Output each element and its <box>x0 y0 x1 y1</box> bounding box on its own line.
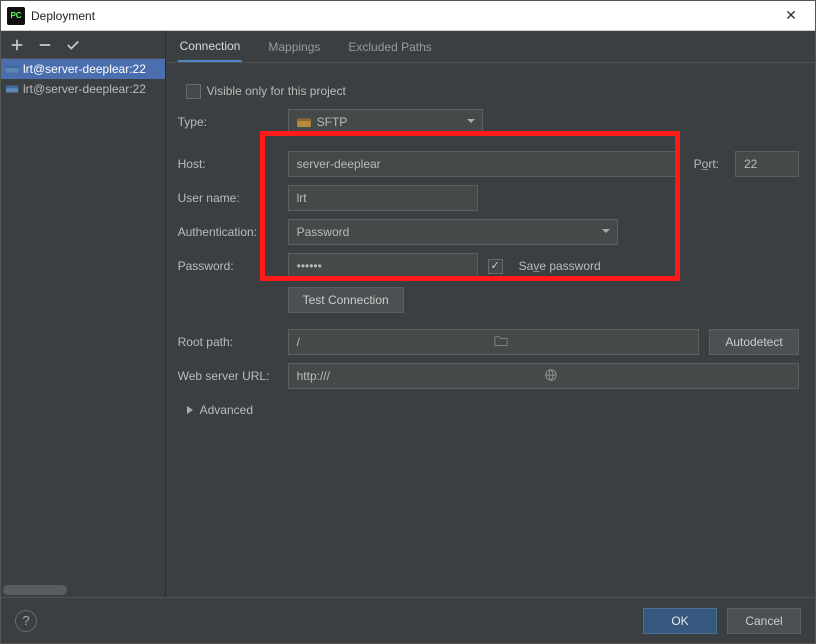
web-server-url-label: Web server URL: <box>178 369 288 383</box>
advanced-toggle[interactable]: Advanced <box>178 393 799 417</box>
password-input[interactable]: •••••• <box>288 253 478 279</box>
cancel-button[interactable]: Cancel <box>727 608 801 634</box>
save-password-checkbox[interactable] <box>488 259 503 274</box>
check-icon[interactable] <box>65 37 81 53</box>
host-input[interactable]: server-deeplear <box>288 151 678 177</box>
type-label: Type: <box>178 115 288 129</box>
type-select[interactable]: SFTP <box>288 109 483 135</box>
port-label: Port: <box>694 157 719 171</box>
close-icon[interactable]: ✕ <box>773 7 809 24</box>
username-input[interactable]: lrt <box>288 185 478 211</box>
type-value: SFTP <box>317 115 348 129</box>
chevron-down-icon <box>466 115 476 129</box>
server-icon <box>5 82 19 96</box>
advanced-label: Advanced <box>200 403 253 417</box>
root-path-label: Root path: <box>178 335 288 349</box>
server-label: lrt@server-deeplear:22 <box>23 62 146 76</box>
port-input[interactable]: 22 <box>735 151 799 177</box>
tab-mappings[interactable]: Mappings <box>266 31 322 62</box>
server-item[interactable]: lrt@server-deeplear:22 <box>1 79 165 99</box>
dialog-footer: ? OK Cancel <box>1 597 815 643</box>
connection-form: Visible only for this project Type: SFTP <box>166 63 815 417</box>
tab-connection[interactable]: Connection <box>178 31 243 62</box>
authentication-select[interactable]: Password <box>288 219 618 245</box>
save-password-label: Save password <box>519 259 601 273</box>
server-list: lrt@server-deeplear:22 lrt@server-deeple… <box>1 59 165 597</box>
visible-only-checkbox[interactable] <box>186 84 201 99</box>
deployment-dialog: PC Deployment ✕ <box>0 0 816 644</box>
chevron-right-icon <box>186 405 194 415</box>
server-item[interactable]: lrt@server-deeplear:22 <box>1 59 165 79</box>
app-icon: PC <box>7 7 25 25</box>
tabs: Connection Mappings Excluded Paths <box>166 31 815 63</box>
globe-icon[interactable] <box>544 368 792 385</box>
main-panel: Connection Mappings Excluded Paths Visib… <box>166 31 815 597</box>
authentication-label: Authentication: <box>178 225 288 239</box>
sidebar: lrt@server-deeplear:22 lrt@server-deeple… <box>1 31 166 597</box>
ok-button[interactable]: OK <box>643 608 717 634</box>
server-label: lrt@server-deeplear:22 <box>23 82 146 96</box>
chevron-down-icon <box>601 225 611 239</box>
visible-only-label: Visible only for this project <box>207 84 346 98</box>
window-title: Deployment <box>31 9 773 23</box>
root-path-input[interactable]: / <box>288 329 699 355</box>
sidebar-toolbar <box>1 31 165 59</box>
test-connection-button[interactable]: Test Connection <box>288 287 404 313</box>
tab-excluded-paths[interactable]: Excluded Paths <box>346 31 433 62</box>
web-server-url-input[interactable]: http:/// <box>288 363 799 389</box>
host-label: Host: <box>178 157 288 171</box>
sftp-icon <box>297 116 311 128</box>
help-icon[interactable]: ? <box>15 610 37 632</box>
folder-icon[interactable] <box>494 334 692 351</box>
server-icon <box>5 62 19 76</box>
password-label: Password: <box>178 259 288 273</box>
autodetect-button[interactable]: Autodetect <box>709 329 799 355</box>
sidebar-scrollbar[interactable] <box>3 585 163 595</box>
username-label: User name: <box>178 191 288 205</box>
titlebar: PC Deployment ✕ <box>1 1 815 31</box>
authentication-value: Password <box>297 225 350 239</box>
remove-icon[interactable] <box>37 37 53 53</box>
add-icon[interactable] <box>9 37 25 53</box>
